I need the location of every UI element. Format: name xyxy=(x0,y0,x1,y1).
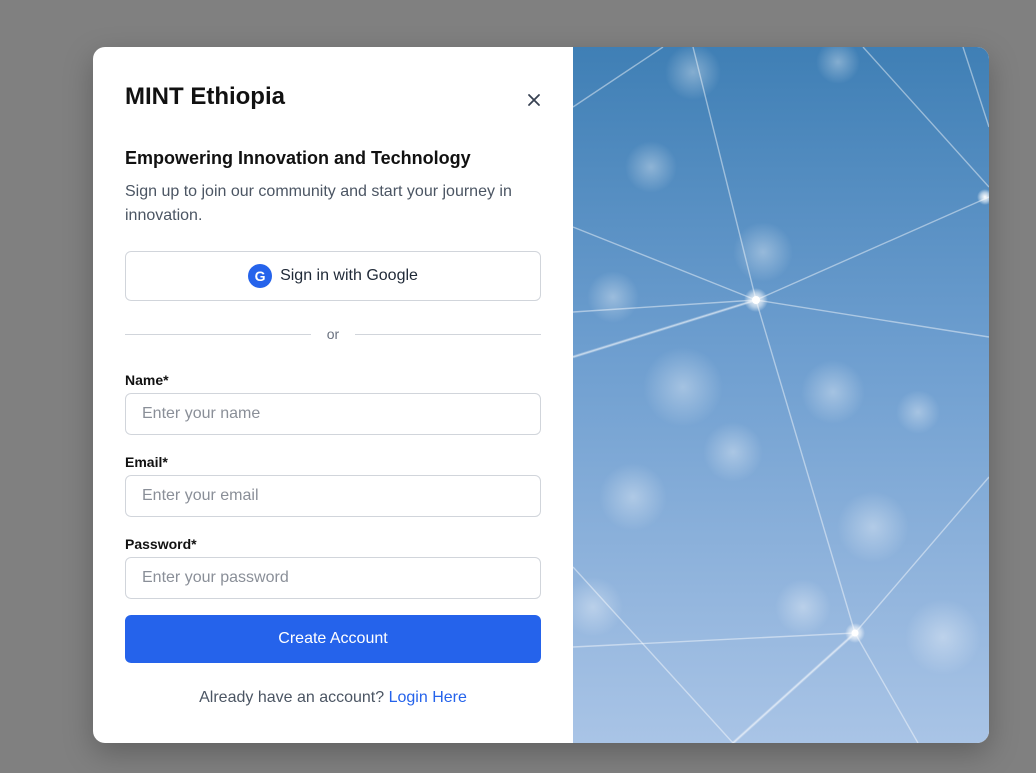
login-prompt-text: Already have an account? xyxy=(199,689,385,706)
email-input[interactable] xyxy=(125,475,541,517)
email-label: Email* xyxy=(125,454,168,470)
signup-form-pane: MINT Ethiopia Empowering Innovation and … xyxy=(93,47,573,743)
signup-modal: MINT Ethiopia Empowering Innovation and … xyxy=(93,47,989,743)
google-icon: G xyxy=(248,264,273,288)
brand-title: MINT Ethiopia xyxy=(125,83,285,110)
create-account-button[interactable]: Create Account xyxy=(125,615,541,663)
divider-line-right xyxy=(355,334,541,335)
login-link[interactable]: Login Here xyxy=(389,689,467,706)
or-divider: or xyxy=(125,325,541,345)
google-signin-label: Sign in with Google xyxy=(280,267,418,284)
password-input[interactable] xyxy=(125,557,541,599)
network-illustration xyxy=(573,47,989,743)
login-prompt: Already have an account? Login Here xyxy=(125,689,541,707)
name-input[interactable] xyxy=(125,393,541,435)
name-label: Name* xyxy=(125,372,169,388)
network-sky-image xyxy=(573,47,989,743)
close-button[interactable] xyxy=(521,87,547,113)
intro-heading: Empowering Innovation and Technology xyxy=(125,148,471,168)
google-signin-button[interactable]: G Sign in with Google xyxy=(125,251,541,301)
close-icon xyxy=(528,94,540,106)
password-label: Password* xyxy=(125,536,197,552)
intro-subtext: Sign up to join our community and start … xyxy=(125,183,512,224)
